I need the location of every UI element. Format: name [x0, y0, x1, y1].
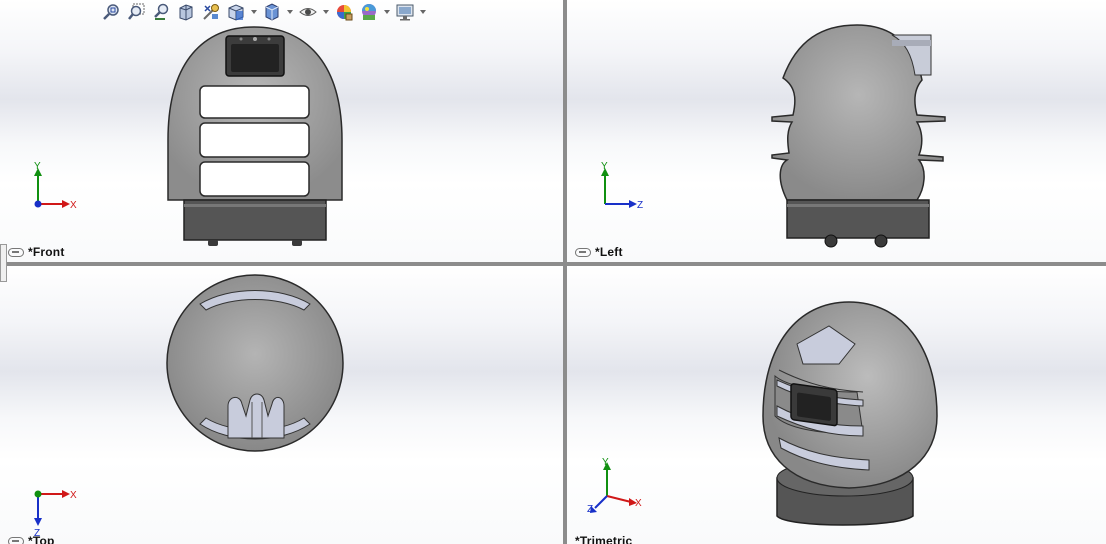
view-orientation-icon[interactable]	[225, 1, 247, 23]
apply-scene-icon[interactable]	[358, 1, 380, 23]
hide-show-items-dropdown[interactable]	[322, 1, 330, 23]
view-settings-icon[interactable]	[394, 1, 416, 23]
link-views-icon	[575, 247, 591, 257]
viewport-label-left[interactable]: *Left	[575, 245, 623, 259]
view-settings-dropdown[interactable]	[419, 1, 427, 23]
axis-triad-trimetric: Y X Z	[587, 457, 642, 515]
axis-triad-front: Y X	[34, 161, 77, 211]
viewport-label-trimetric[interactable]: *Trimetric	[575, 534, 632, 544]
axis-y-label: Y	[601, 161, 608, 172]
axis-x-label: X	[70, 200, 77, 211]
dynamic-annotation-view-icon[interactable]	[200, 1, 222, 23]
model-front-view	[167, 26, 343, 246]
viewport-label-front[interactable]: *Front	[8, 245, 65, 259]
heads-up-view-toolbar	[100, 0, 427, 24]
display-style-dropdown[interactable]	[286, 1, 294, 23]
viewport-title: *Trimetric	[575, 534, 633, 544]
previous-view-icon[interactable]	[150, 1, 172, 23]
viewport-title: *Front	[28, 245, 65, 259]
viewport-label-top[interactable]: *Top	[8, 534, 55, 544]
apply-scene-dropdown[interactable]	[383, 1, 391, 23]
axis-x-label: X	[70, 490, 77, 501]
hide-show-items-icon[interactable]	[297, 1, 319, 23]
zoom-to-fit-icon[interactable]	[100, 1, 122, 23]
axis-y-label: Y	[34, 161, 41, 172]
model-left-view	[771, 24, 946, 248]
viewport-splitter-handle[interactable]	[0, 244, 7, 282]
section-view-icon[interactable]	[175, 1, 197, 23]
link-views-icon	[8, 247, 24, 257]
viewport-trimetric[interactable]: Y X Z *Trimetric	[567, 266, 1106, 544]
viewport-title: *Top	[28, 534, 55, 544]
viewport-left[interactable]: Y Z *Left	[567, 0, 1106, 262]
axis-y-label: Y	[602, 457, 609, 468]
axis-z-label: Z	[637, 200, 643, 211]
viewport-front[interactable]: Y X *Front	[0, 0, 563, 262]
view-orientation-dropdown[interactable]	[250, 1, 258, 23]
link-views-icon	[8, 536, 24, 544]
viewport-title: *Left	[595, 245, 623, 259]
edit-appearance-icon[interactable]	[333, 1, 355, 23]
viewport-top[interactable]: X Z *Top	[0, 266, 563, 544]
display-style-icon[interactable]	[261, 1, 283, 23]
axis-triad-left: Y Z	[601, 161, 643, 211]
axis-x-label: X	[635, 498, 642, 509]
zoom-to-area-icon[interactable]	[125, 1, 147, 23]
axis-z-label: Z	[587, 504, 593, 515]
